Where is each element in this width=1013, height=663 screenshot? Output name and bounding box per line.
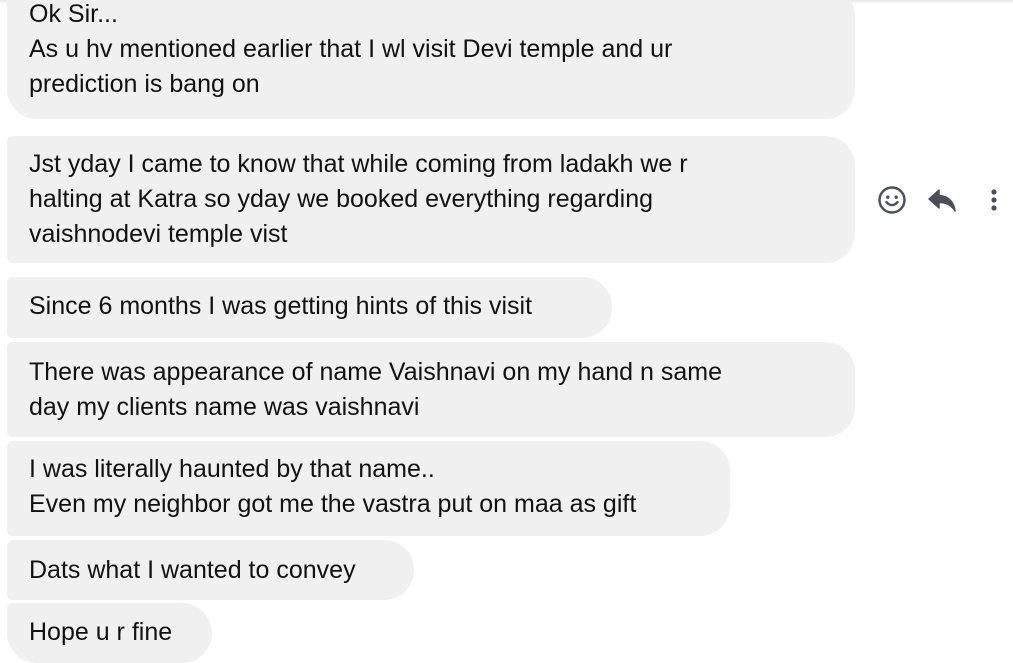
message-bubble[interactable]: I was literally haunted by that name.. E…: [7, 441, 730, 536]
chat-thread: Ok Sir... As u hv mentioned earlier that…: [0, 0, 1013, 663]
message-bubble[interactable]: Since 6 months I was getting hints of th…: [7, 277, 612, 338]
vertical-dots-icon: [991, 189, 997, 211]
more-options-button[interactable]: [974, 180, 1013, 220]
reply-button[interactable]: [922, 180, 962, 220]
smiley-face-icon: [878, 186, 906, 214]
reply-arrow-icon: [928, 189, 956, 212]
react-button[interactable]: [872, 180, 912, 220]
message-bubble[interactable]: Hope u r fine: [7, 603, 212, 663]
message-actions-bar: [872, 180, 1013, 220]
message-bubble[interactable]: Jst yday I came to know that while comin…: [7, 136, 855, 263]
message-bubble[interactable]: Ok Sir... As u hv mentioned earlier that…: [7, 0, 855, 119]
message-bubble[interactable]: Dats what I wanted to convey: [7, 540, 414, 600]
message-bubble[interactable]: There was appearance of name Vaishnavi o…: [7, 342, 855, 437]
